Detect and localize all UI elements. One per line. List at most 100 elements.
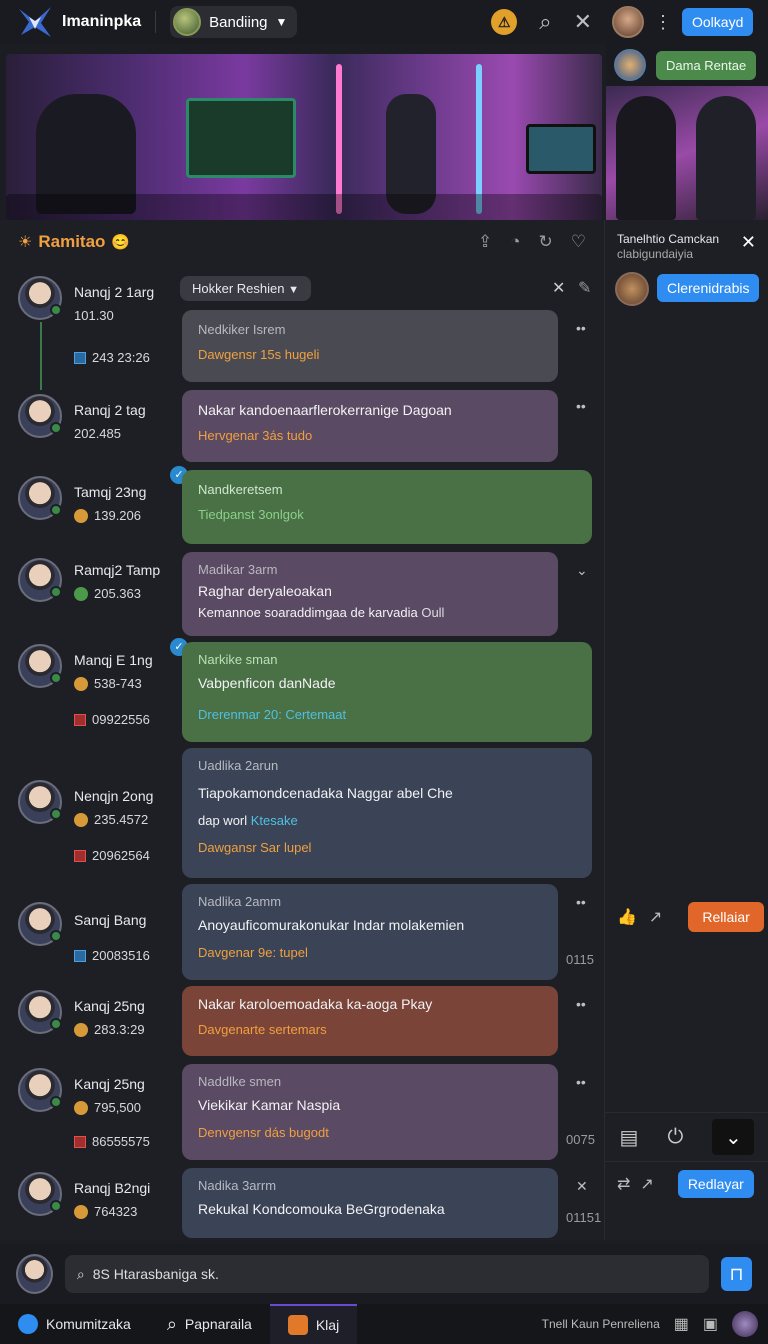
more-icon[interactable]: •• bbox=[576, 320, 586, 336]
user-stat: 538-743 bbox=[74, 676, 142, 691]
message-footer: Dawgansr Sar lupel bbox=[198, 840, 312, 855]
status-badge bbox=[50, 930, 62, 942]
monitor-image bbox=[526, 124, 596, 174]
timestamp: 01151 bbox=[566, 1210, 602, 1225]
message-bubble[interactable]: Nakar kandoenaarflerokerranige Dagoan He… bbox=[182, 390, 558, 462]
timer-icon[interactable]: ◔ bbox=[510, 232, 520, 252]
user-stat: 139.206 bbox=[74, 508, 141, 523]
react-button[interactable]: Rellaiar bbox=[688, 902, 764, 932]
stat-value: 202.485 bbox=[74, 426, 121, 441]
chevron-down-icon[interactable]: ⌄ bbox=[576, 562, 588, 579]
account-bar: ⋮ Oolkayd bbox=[604, 0, 768, 44]
avatar[interactable] bbox=[18, 644, 62, 688]
hashtag-link[interactable]: Ktesake bbox=[251, 813, 298, 828]
stat-value: 205.363 bbox=[94, 586, 141, 601]
user-stat: 202.485 bbox=[74, 426, 121, 441]
nav-item-community[interactable]: Komumitzaka bbox=[0, 1304, 149, 1344]
stat-value: 86555575 bbox=[92, 1134, 150, 1149]
username[interactable]: Ramqj2 Tamp bbox=[74, 562, 160, 578]
username[interactable]: Kanqj 25ng bbox=[74, 998, 145, 1014]
avatar[interactable] bbox=[18, 902, 62, 946]
message-bubble[interactable]: Nakar karoloemoadaka ka-aoga Pkay Davgen… bbox=[182, 986, 558, 1056]
channel-selector[interactable]: Bandiing ▼ bbox=[170, 6, 298, 38]
chevron-down-icon: ▼ bbox=[275, 15, 288, 29]
collapse-icon[interactable]: ✕ bbox=[552, 278, 565, 298]
nav-item-search[interactable]: ⌕ Papnaraila bbox=[149, 1304, 270, 1344]
message-bubble[interactable]: Nadlika 2amm Anoyauficomurakonukar Indar… bbox=[182, 884, 558, 980]
heart-icon[interactable]: ♡ bbox=[571, 232, 586, 252]
close-icon[interactable]: ✕ bbox=[574, 11, 592, 33]
close-icon[interactable]: ✕ bbox=[576, 1178, 588, 1195]
panel-action-button[interactable]: Clerenidrabis bbox=[657, 274, 760, 302]
message-input[interactable]: ⌕ 8S Htarasbaniga sk. bbox=[64, 1255, 709, 1293]
box-icon[interactable]: ▣ bbox=[703, 1314, 718, 1334]
username[interactable]: Kanqj 25ng bbox=[74, 1076, 145, 1092]
nav-item-play[interactable]: Klaj bbox=[269, 1304, 358, 1344]
close-icon[interactable]: ✕ bbox=[741, 232, 756, 253]
message-text: Anoyauficomurakonukar Indar molakemien bbox=[198, 917, 465, 933]
more-vertical-icon[interactable]: ⋮ bbox=[654, 12, 672, 33]
layout-icon[interactable]: ▤ bbox=[620, 1125, 639, 1150]
message-bubble[interactable]: Uadlika 2arun Tiapokamondcenadaka Naggar… bbox=[182, 748, 592, 878]
reply-row: ⇄ ↗ Redlayar bbox=[617, 1170, 754, 1198]
panel-avatar[interactable] bbox=[615, 272, 649, 306]
profile-avatar[interactable] bbox=[732, 1311, 758, 1337]
message-bubble[interactable]: Nandkeretsem Tiedpanst 3onlgok bbox=[182, 470, 592, 544]
message-footer: Drerenmar 20: Certemaat bbox=[198, 707, 347, 722]
grid-icon[interactable]: ▦ bbox=[674, 1314, 689, 1334]
refresh-icon[interactable]: ↻ bbox=[539, 232, 553, 252]
reply-button[interactable]: Redlayar bbox=[677, 1170, 754, 1198]
avatar[interactable] bbox=[18, 476, 62, 520]
username[interactable]: Manqj E 1ng bbox=[74, 652, 153, 668]
username[interactable]: Nanqj 2 1arg bbox=[74, 284, 154, 300]
chevron-down-icon[interactable]: ⌄ bbox=[712, 1119, 755, 1155]
avatar[interactable] bbox=[18, 1068, 62, 1112]
thumbs-up-icon[interactable]: 👍 bbox=[617, 907, 637, 927]
search-icon[interactable]: ⌕ bbox=[539, 11, 551, 33]
channel-name: Bandiing bbox=[209, 13, 268, 31]
expand-icon[interactable]: ↗ bbox=[640, 1174, 653, 1194]
avatar[interactable] bbox=[18, 558, 62, 602]
bottom-nav: Komumitzaka ⌕ Papnaraila Klaj Tnell Kaun… bbox=[0, 1304, 768, 1344]
user-stat: 283.3:29 bbox=[74, 1022, 145, 1037]
secondary-avatar[interactable] bbox=[614, 49, 646, 81]
stat-value: 09922556 bbox=[92, 712, 150, 727]
app-logo-icon[interactable] bbox=[12, 4, 58, 40]
more-icon[interactable]: •• bbox=[576, 398, 586, 414]
chevron-down-icon: ▼ bbox=[288, 284, 300, 296]
username[interactable]: Sanqj Bang bbox=[74, 912, 146, 928]
composer-avatar[interactable] bbox=[16, 1254, 53, 1294]
search-icon: ⌕ bbox=[76, 1265, 85, 1282]
username[interactable]: Tamqj 23ng bbox=[74, 484, 146, 500]
user-avatar[interactable] bbox=[612, 6, 644, 38]
filter-dropdown[interactable]: Hokker Reshien ▼ bbox=[180, 276, 312, 301]
message-bubble[interactable]: Madikar 3arm Raghar deryaleoakan Kemanno… bbox=[182, 552, 558, 636]
username[interactable]: Ranqj B2ngi bbox=[74, 1180, 150, 1196]
more-icon[interactable]: •• bbox=[576, 1074, 586, 1090]
avatar[interactable] bbox=[18, 394, 62, 438]
username[interactable]: Ranqj 2 tag bbox=[74, 402, 146, 418]
edit-icon[interactable]: ✎ bbox=[578, 278, 591, 298]
message-bubble[interactable]: Narkike sman Vabpenficon danNade Drerenm… bbox=[182, 642, 592, 742]
message-feed[interactable]: Hokker Reshien ▼ ✕ ✎ Nanqj 2 1arg 101.30… bbox=[0, 264, 604, 1240]
avatar[interactable] bbox=[18, 990, 62, 1034]
power-icon[interactable]: ⏻ bbox=[668, 1126, 684, 1149]
more-icon[interactable]: •• bbox=[576, 996, 586, 1012]
avatar[interactable] bbox=[18, 780, 62, 824]
username[interactable]: Nenqjn 2ong bbox=[74, 788, 153, 804]
user-stat: 243 23:26 bbox=[74, 350, 150, 365]
alert-icon[interactable]: ⚠ bbox=[491, 9, 518, 35]
avatar[interactable] bbox=[18, 1172, 62, 1216]
message-bubble[interactable]: Nedkiker Isrem Dawgensr 15s hugeli bbox=[182, 310, 558, 382]
message-bubble[interactable]: Naddlke smen Viekikar Kamar Naspia Denvg… bbox=[182, 1064, 558, 1160]
coin-icon bbox=[74, 1100, 88, 1115]
message-bubble[interactable]: Nadika 3arrm Rekukal Kondcomouka BeGrgro… bbox=[182, 1168, 558, 1238]
primary-button[interactable]: Oolkayd bbox=[682, 8, 754, 36]
secondary-button[interactable]: Dama Rentae bbox=[656, 50, 757, 80]
upload-icon[interactable]: ⇪ bbox=[478, 232, 492, 252]
send-button[interactable]: ⊓ bbox=[720, 1257, 752, 1291]
more-icon[interactable]: •• bbox=[576, 894, 586, 910]
expand-icon[interactable]: ↗ bbox=[649, 907, 662, 927]
link-icon[interactable]: ⇄ bbox=[617, 1174, 630, 1194]
avatar[interactable] bbox=[18, 276, 62, 320]
